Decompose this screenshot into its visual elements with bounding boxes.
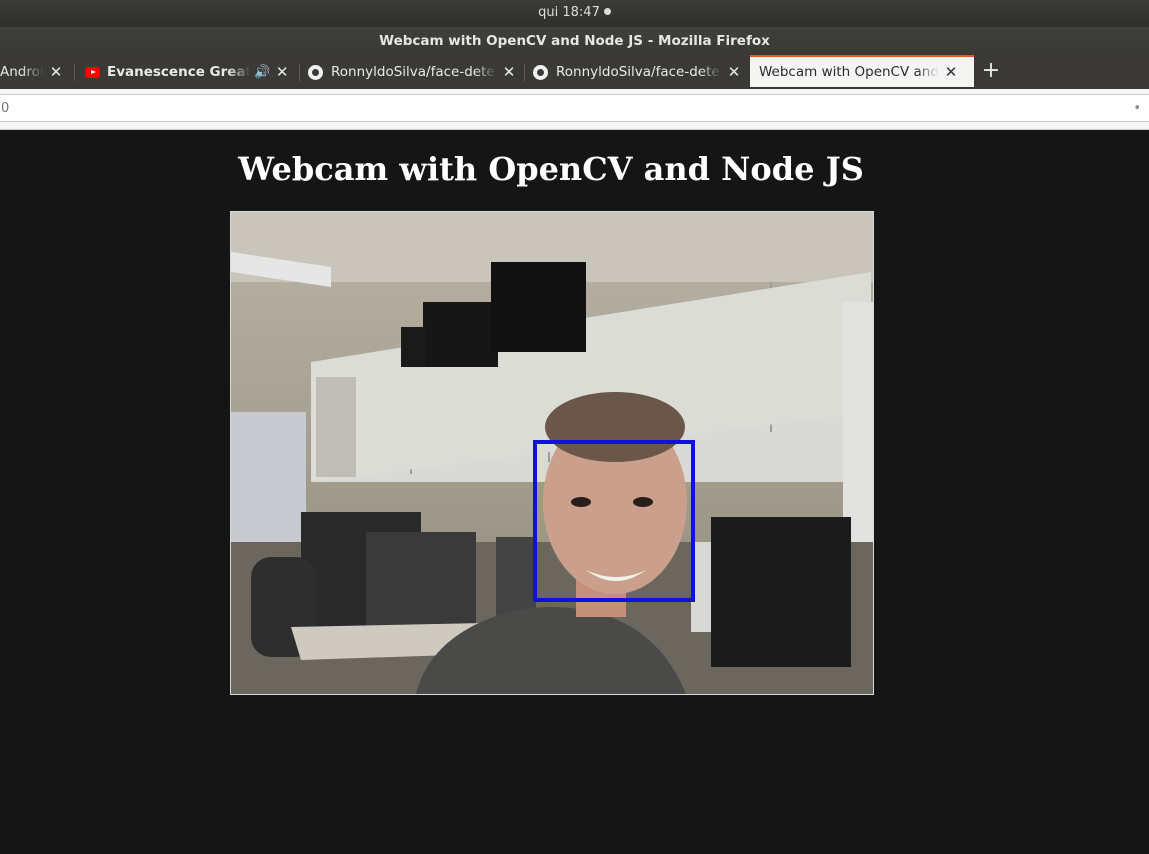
tab-youtube[interactable]: Evanescence Greates 🔊 ✕: [75, 55, 300, 89]
speaker-icon[interactable]: 🔊: [254, 65, 270, 80]
notification-dot-icon: [603, 8, 611, 15]
system-top-bar: qui 18:47: [0, 0, 1149, 27]
tab-label: Evanescence Greates: [107, 64, 250, 80]
youtube-icon: [85, 66, 100, 78]
new-tab-button[interactable]: +: [980, 55, 1002, 89]
page-title: Webcam with OpenCV and Node JS: [238, 150, 864, 188]
url-input[interactable]: 0 •: [0, 94, 1149, 122]
page-content: Webcam with OpenCV and Node JS: [0, 130, 1149, 854]
tab-github-2[interactable]: RonnyldoSilva/face-dete ✕: [525, 55, 750, 89]
tab-label: RonnyldoSilva/face-dete: [556, 64, 722, 80]
tab-label: RonnyldoSilva/face-dete: [331, 64, 497, 80]
close-tab-icon[interactable]: ✕: [944, 63, 958, 81]
close-tab-icon[interactable]: ✕: [502, 63, 516, 81]
tab-android[interactable]: Androi ✕: [0, 55, 75, 89]
tab-label: Androi: [0, 64, 44, 80]
navigation-bar: 0 •: [0, 89, 1149, 130]
tab-label: Webcam with OpenCV and N: [759, 64, 939, 80]
tab-webcam-active[interactable]: Webcam with OpenCV and N ✕: [750, 55, 974, 87]
tab-strip: Androi ✕ Evanescence Greates 🔊 ✕ Ronnyld…: [0, 55, 1149, 89]
page-actions-icon[interactable]: •: [1133, 95, 1141, 123]
close-tab-icon[interactable]: ✕: [275, 63, 289, 81]
window-title-bar: Webcam with OpenCV and Node JS - Mozilla…: [0, 27, 1149, 55]
close-tab-icon[interactable]: ✕: [49, 63, 63, 81]
github-icon: [533, 64, 548, 80]
tab-github-1[interactable]: RonnyldoSilva/face-dete ✕: [300, 55, 525, 89]
system-clock[interactable]: qui 18:47: [538, 5, 600, 20]
face-detection-box: [533, 440, 695, 602]
close-tab-icon[interactable]: ✕: [727, 63, 741, 81]
github-icon: [308, 64, 323, 80]
url-text: 0: [1, 101, 10, 116]
window-title: Webcam with OpenCV and Node JS - Mozilla…: [379, 33, 770, 49]
webcam-video: [230, 211, 874, 695]
